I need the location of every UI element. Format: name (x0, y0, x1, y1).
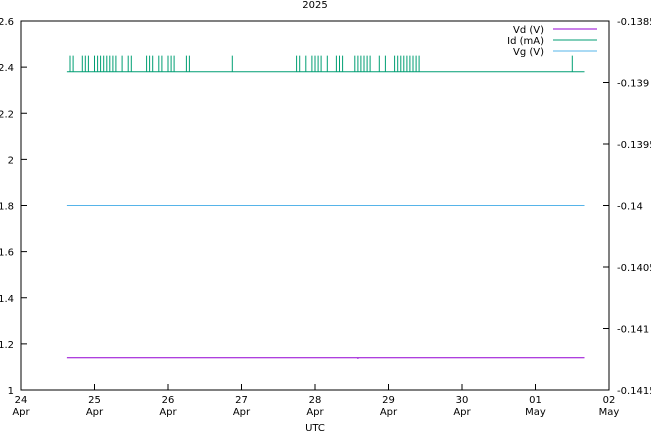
y-tick-label: 1.8 (0, 202, 14, 213)
y2-axis-ticks: -0.1415 -0.141 -0.1405 -0.14 -0.1395 -0.139 -0… (603, 17, 651, 397)
x-tick-day: 26 (162, 395, 175, 406)
y-tick-label: 1.6 (0, 248, 14, 259)
chart-title: 2025 (302, 0, 327, 11)
x-tick-month: Apr (159, 407, 177, 418)
y2-tick-label: -0.1415 (617, 386, 651, 397)
x-tick-month: Apr (453, 407, 471, 418)
x-tick-month: May (599, 407, 620, 418)
y2-tick-label: -0.14 (617, 202, 643, 213)
x-tick-day: 29 (382, 395, 395, 406)
x-tick-month: Apr (306, 407, 324, 418)
legend-label-vg-v: Vg (V) (513, 47, 544, 58)
y2-tick-label: -0.1405 (617, 263, 651, 274)
x-tick-month: Apr (380, 407, 398, 418)
x-tick-day: 27 (235, 395, 248, 406)
y-tick-label: 2.4 (0, 63, 14, 74)
y-axis-ticks: 1 1.2 1.4 1.6 1.8 2 2.2 2.4 2.6 (0, 17, 27, 397)
y2-tick-label: -0.1395 (617, 140, 651, 151)
y2-tick-label: -0.1385 (617, 17, 651, 28)
x-tick-month: Apr (233, 407, 251, 418)
x-axis-label: UTC (305, 423, 325, 432)
x-tick-day: 02 (603, 395, 616, 406)
x-tick-day: 24 (15, 395, 28, 406)
x-axis-ticks: 24Apr25Apr26Apr27Apr28Apr29Apr30Apr01May… (12, 384, 619, 418)
x-tick-day: 30 (456, 395, 469, 406)
y-tick-label: 2 (8, 155, 14, 166)
series-lines (66, 55, 585, 359)
x-tick-day: 25 (88, 395, 101, 406)
legend: Vd (V)Id (mA)Vg (V) (507, 25, 597, 58)
y-tick-label: 2.6 (0, 17, 14, 28)
x-tick-month: Apr (86, 407, 104, 418)
legend-label-id-ma: Id (mA) (507, 36, 544, 47)
chart: 2025 UTC 1 1.2 1.4 1.6 1.8 2 2.2 2.4 2.6 -0.1415… (0, 0, 651, 432)
y-tick-label: 2.2 (0, 109, 14, 120)
y2-tick-label: -0.139 (617, 79, 649, 90)
x-tick-day: 28 (309, 395, 322, 406)
x-tick-day: 01 (529, 395, 542, 406)
y-tick-label: 1.2 (0, 340, 14, 351)
y-tick-label: 1.4 (0, 294, 14, 305)
legend-label-vd-v: Vd (V) (513, 25, 544, 36)
x-tick-month: Apr (12, 407, 30, 418)
y-tick-label: 1 (8, 386, 14, 397)
series-line-vd-v (66, 357, 585, 359)
y2-tick-label: -0.141 (617, 325, 649, 336)
x-tick-month: May (525, 407, 546, 418)
series-line-id-ma (66, 55, 585, 73)
